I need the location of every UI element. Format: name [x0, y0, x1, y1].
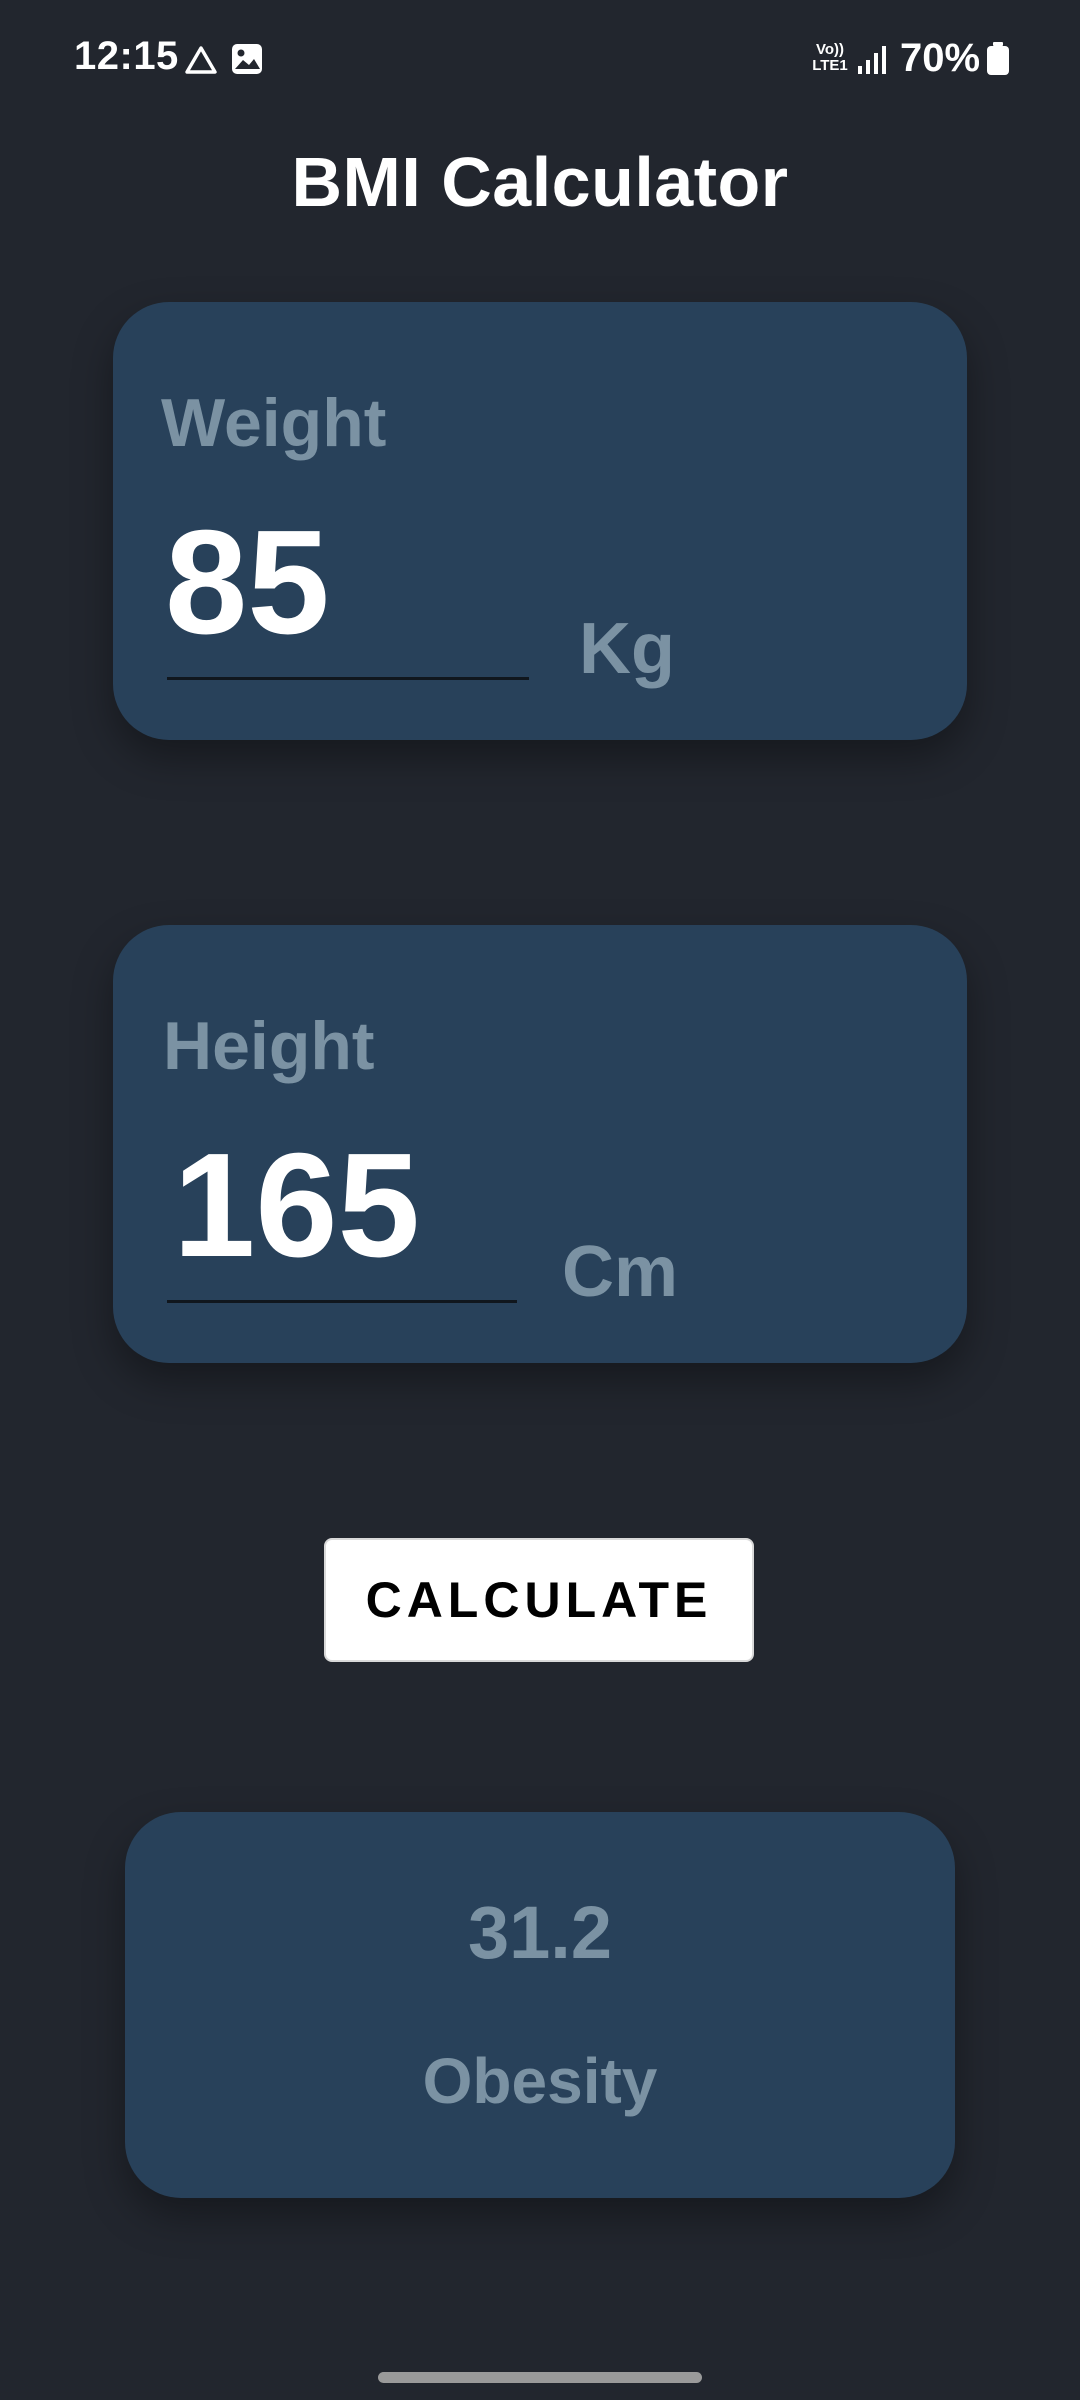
height-unit-label: Cm [562, 1232, 679, 1312]
battery-percent: 70% [900, 36, 981, 80]
weight-label: Weight [161, 385, 387, 461]
home-gesture-bar[interactable] [378, 2372, 702, 2383]
volte-indicator: Vo)) LTE1 [812, 41, 848, 74]
bmi-calculator-screen: 12:15 Vo)) LTE1 70% BMI Calculator Weigh… [0, 0, 1080, 2400]
height-input[interactable] [173, 1121, 513, 1291]
weight-unit-label: Kg [579, 609, 675, 689]
gallery-icon [232, 44, 262, 74]
height-label: Height [163, 1008, 375, 1084]
battery-icon [987, 42, 1009, 75]
status-time: 12:15 [74, 34, 179, 78]
weight-input-underline [167, 677, 529, 680]
calculate-button[interactable]: CALCULATE [324, 1538, 754, 1662]
bmi-result-value: 31.2 [467, 1891, 613, 1974]
weight-card: Weight Kg [113, 302, 967, 740]
page-title: BMI Calculator [291, 143, 789, 221]
height-input-underline [167, 1300, 517, 1303]
weight-input[interactable] [165, 498, 525, 668]
status-bar: 12:15 Vo)) LTE1 70% [0, 0, 1080, 120]
result-card: 31.2 Obesity [125, 1812, 955, 2198]
bmi-result-category: Obesity [422, 2045, 658, 2117]
drive-icon [185, 46, 217, 74]
height-card: Height Cm [113, 925, 967, 1363]
signal-icon [858, 46, 886, 74]
